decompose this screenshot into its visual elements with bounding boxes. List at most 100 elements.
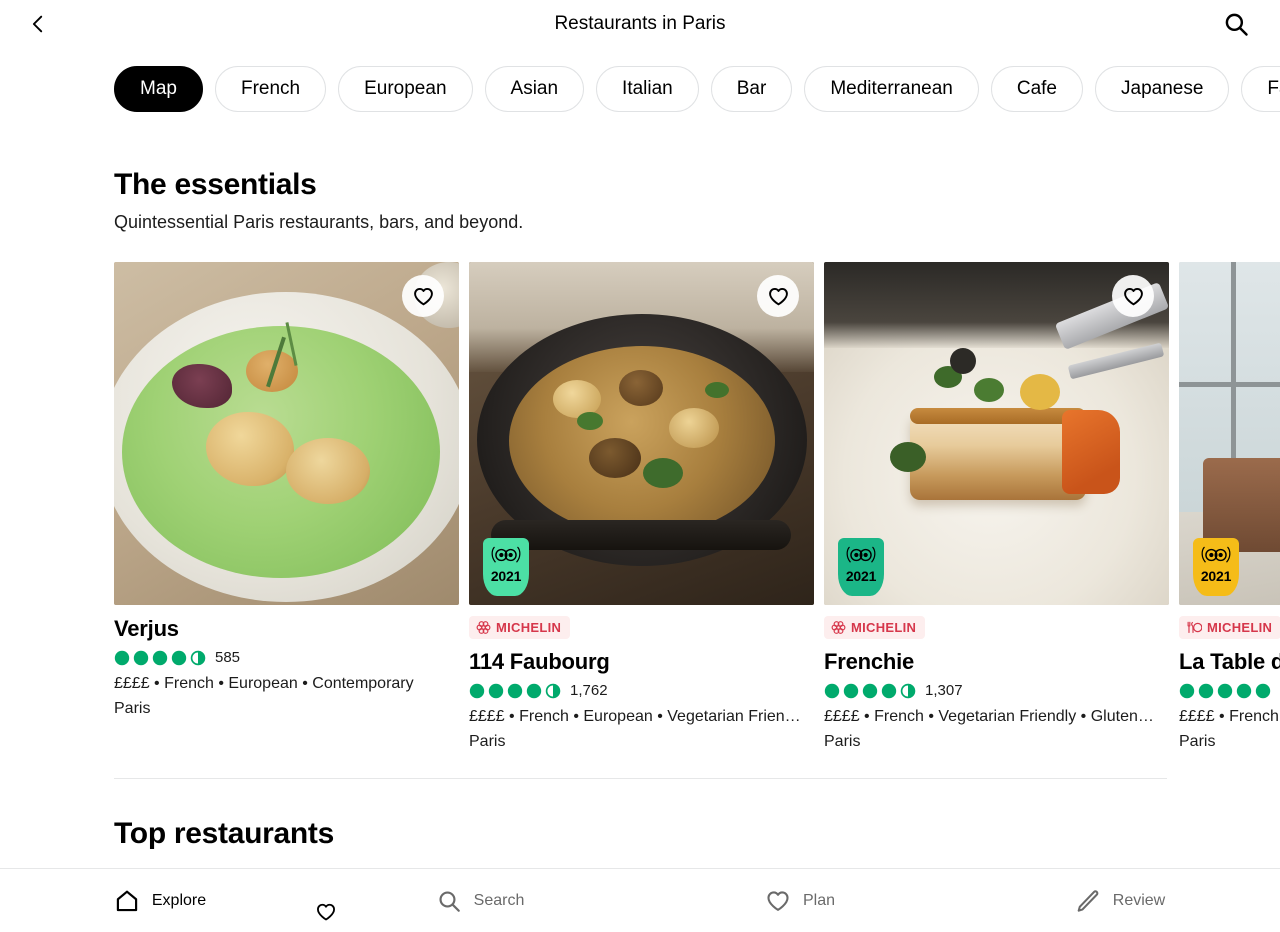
rating-bubble-full — [114, 650, 130, 665]
tripadvisor-owl-icon — [1201, 546, 1231, 563]
heart-outline-icon — [317, 903, 335, 921]
bottom-navigation-bar[interactable]: Explore Search Plan Review — [0, 868, 1280, 932]
rating-bubble-half — [190, 650, 206, 665]
nav-item-plan[interactable]: Plan — [640, 869, 960, 932]
rating-bubble-full — [862, 683, 878, 698]
nav-item-label: Explore — [151, 891, 207, 909]
restaurant-name: Verjus — [114, 616, 179, 641]
rating-bubble-full — [469, 683, 485, 698]
michelin-label: MICHELIN — [496, 620, 562, 635]
review-count: 1,307 — [925, 682, 963, 699]
filter-pill-label: European — [364, 78, 447, 99]
restaurant-name: Frenchie — [824, 649, 915, 674]
michelin-badge: MICHELIN — [469, 616, 571, 639]
filter-pill-italian[interactable]: Italian — [596, 66, 699, 112]
restaurant-card[interactable]: 2021 MICHELIN Frenchie 1,307 ££££ • French •… — [824, 262, 1169, 751]
restaurant-card[interactable]: 2021 MICHELIN 114 Faubourg 1,762 ££££ • Fren… — [469, 262, 814, 751]
section-divider — [114, 778, 1167, 779]
restaurant-card[interactable]: Verjus 585 ££££ • French • European • Cont… — [114, 262, 459, 751]
restaurant-photo[interactable]: 2021 — [1179, 262, 1280, 605]
filter-pill-row[interactable]: Map French European Asian Italian Bar Mediterr… — [0, 48, 1280, 130]
filter-pill-label: Japanese — [1121, 78, 1204, 99]
rating-bubble-full — [1236, 683, 1252, 698]
review-count: 1,762 — [570, 682, 608, 699]
travellers-choice-award-badge: 2021 — [483, 538, 529, 596]
filter-pill-fast-food[interactable]: Fast food — [1241, 66, 1280, 112]
filter-pill-label: Map — [140, 78, 177, 99]
award-year: 2021 — [1200, 568, 1232, 584]
restaurant-card-carousel[interactable]: Verjus 585 ££££ • French • European • Cont… — [114, 262, 1280, 751]
nav-item-explore[interactable]: Explore — [0, 869, 320, 932]
heart-outline-icon — [1123, 287, 1143, 305]
tripadvisor-owl-icon — [846, 546, 876, 563]
filter-pill-label: French — [240, 78, 301, 99]
tripadvisor-owl-icon — [491, 546, 521, 563]
rating-bubbles — [469, 683, 561, 699]
restaurant-photo[interactable]: 2021 — [469, 262, 814, 605]
review-count: 585 — [215, 649, 241, 666]
filter-pill-map[interactable]: Map — [114, 66, 203, 112]
rating-bubbles — [114, 650, 206, 666]
search-button[interactable] — [1216, 4, 1256, 44]
michelin-star-icon — [831, 621, 846, 634]
favorite-button[interactable] — [1112, 275, 1154, 317]
restaurant-card[interactable]: 2021 MICHELIN La Table de 41 ££££ • French Pa… — [1179, 262, 1280, 751]
filter-pill-label: Fast food — [1267, 78, 1280, 99]
header: Restaurants in Paris — [0, 0, 1280, 48]
rating-bubble-half — [900, 683, 916, 698]
restaurant-city: Paris — [1179, 733, 1216, 750]
filter-pill-bar[interactable]: Bar — [710, 66, 793, 112]
rating-bubble-full — [1179, 683, 1195, 698]
section-title-top-restaurants: Top restaurants — [114, 817, 334, 850]
restaurant-meta: ££££ • French • European • Vegetarian Fr… — [469, 708, 801, 725]
restaurant-name: 114 Faubourg — [469, 649, 610, 674]
rating-bubble-full — [1255, 683, 1271, 698]
favorite-button[interactable] — [402, 275, 444, 317]
travellers-choice-award-badge: 2021 — [838, 538, 884, 596]
rating-bubble-full — [881, 683, 897, 698]
nav-item-label: Review — [1112, 891, 1166, 909]
award-year: 2021 — [845, 568, 877, 584]
michelin-bib-gourmand-icon — [1187, 621, 1202, 634]
favorite-button[interactable] — [305, 891, 347, 932]
nav-item-review[interactable]: Review — [960, 869, 1280, 932]
restaurant-meta: ££££ • French • Vegetarian Friendly • Gl… — [824, 708, 1154, 725]
award-year: 2021 — [490, 568, 522, 584]
filter-pill-mediterranean[interactable]: Mediterranean — [804, 66, 979, 112]
filter-pill-french[interactable]: French — [214, 66, 327, 112]
filter-pill-label: Italian — [622, 78, 673, 99]
section-title-essentials: The essentials — [114, 168, 317, 201]
restaurant-city: Paris — [114, 700, 151, 717]
rating-bubble-full — [133, 650, 149, 665]
rating-bubble-full — [1198, 683, 1214, 698]
heart-outline-icon — [767, 890, 789, 911]
filter-pill-japanese[interactable]: Japanese — [1095, 66, 1230, 112]
rating-bubble-full — [1217, 683, 1233, 698]
restaurant-city: Paris — [469, 733, 506, 750]
pencil-icon — [1077, 889, 1099, 912]
rating-row: 1,307 — [824, 682, 1169, 699]
heart-outline-icon — [768, 287, 788, 305]
nav-item-label: Search — [473, 891, 525, 909]
rating-row: 1,762 — [469, 682, 814, 699]
restaurant-meta: ££££ • French — [1179, 708, 1279, 725]
travellers-choice-award-badge: 2021 — [1193, 538, 1239, 596]
filter-pill-cafe[interactable]: Cafe — [990, 66, 1083, 112]
home-icon — [116, 890, 138, 911]
michelin-star-icon — [476, 621, 491, 634]
nav-item-search[interactable]: Search — [320, 869, 640, 932]
filter-pill-label: Asian — [510, 78, 559, 99]
restaurant-photo[interactable]: 2021 — [824, 262, 1169, 605]
restaurant-photo[interactable] — [114, 262, 459, 605]
restaurant-city: Paris — [824, 733, 861, 750]
filter-pill-asian[interactable]: Asian — [484, 66, 585, 112]
rating-bubble-full — [152, 650, 168, 665]
rating-bubble-full — [843, 683, 859, 698]
favorite-button[interactable] — [757, 275, 799, 317]
back-button[interactable] — [18, 4, 58, 44]
rating-bubble-half — [545, 683, 561, 698]
rating-row: 41 — [1179, 682, 1280, 699]
search-icon — [439, 890, 460, 912]
michelin-badge: MICHELIN — [1179, 616, 1280, 639]
filter-pill-european[interactable]: European — [338, 66, 473, 112]
